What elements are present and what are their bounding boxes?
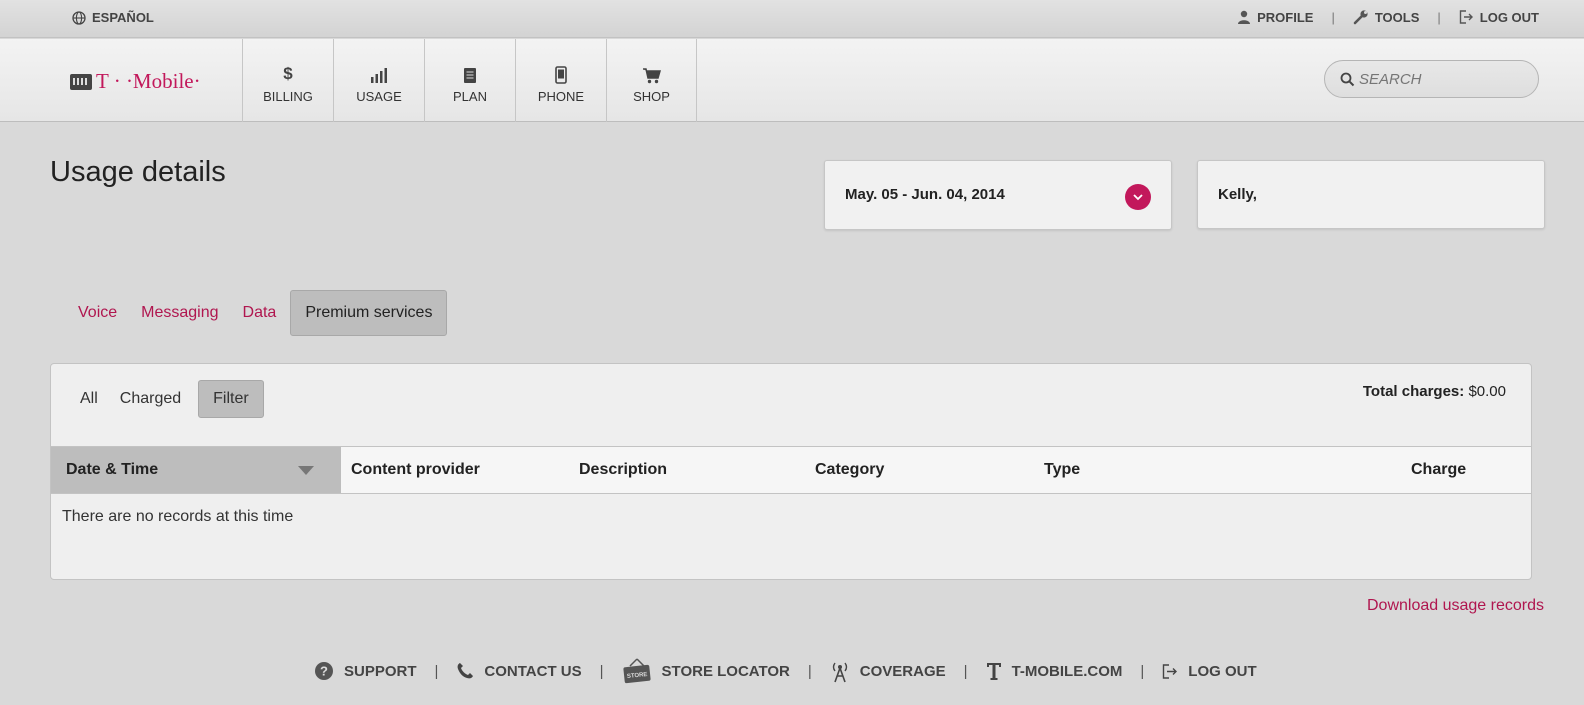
separator: | xyxy=(599,662,604,680)
download-usage-records-link[interactable]: Download usage records xyxy=(1367,597,1544,615)
logout-link[interactable]: LOG OUT xyxy=(1459,10,1539,25)
separator: | xyxy=(1331,9,1335,25)
profile-label: PROFILE xyxy=(1257,9,1314,25)
column-charge[interactable]: Charge xyxy=(1411,447,1466,493)
empty-table-message: There are no records at this time xyxy=(62,508,294,525)
user-icon xyxy=(1238,10,1251,24)
footer-coverage-label: COVERAGE xyxy=(859,662,946,680)
tab-premium-services[interactable]: Premium services xyxy=(290,290,448,336)
separator: | xyxy=(1437,9,1441,25)
logout-icon xyxy=(1459,10,1473,24)
tab-messaging[interactable]: Messaging xyxy=(129,290,230,336)
nav-usage-label: USAGE xyxy=(356,88,402,104)
t-logo-icon xyxy=(986,663,1001,680)
search-box: GO xyxy=(1324,60,1539,98)
table-header: Date & Time Content provider Description… xyxy=(51,446,1531,494)
svg-text:?: ? xyxy=(320,664,328,679)
main-nav: $ BILLING USAGE PLAN PHONE SHOP xyxy=(242,39,697,122)
tmobile-logo[interactable]: T · ·Mobile· xyxy=(70,69,201,94)
globe-icon xyxy=(72,10,86,25)
footer-support-label: SUPPORT xyxy=(344,662,417,680)
wrench-icon xyxy=(1353,10,1368,25)
tools-label: TOOLS xyxy=(1374,9,1420,25)
language-label: ESPAÑOL xyxy=(92,10,154,25)
total-charges: Total charges: $0.00 xyxy=(1363,383,1506,400)
column-date-time-label: Date & Time xyxy=(66,461,159,478)
search-input[interactable] xyxy=(1325,61,1538,97)
nav-billing[interactable]: $ BILLING xyxy=(242,39,333,122)
page-title: Usage details xyxy=(50,156,226,188)
document-icon xyxy=(463,64,477,84)
nav-shop-label: SHOP xyxy=(633,88,670,104)
footer-support[interactable]: ? SUPPORT xyxy=(314,661,417,681)
footer-store-label: STORE LOCATOR xyxy=(661,662,790,680)
sort-down-icon xyxy=(298,466,314,475)
footer-tmobile-label: T-MOBILE.COM xyxy=(1011,662,1123,680)
filter-tabs: All Charged Filter xyxy=(69,380,264,418)
chevron-down-icon[interactable] xyxy=(1125,184,1151,210)
usage-type-tabs: Voice Messaging Data Premium services xyxy=(66,290,448,336)
user-selector[interactable]: Kelly, xyxy=(1197,160,1545,229)
nav-phone-label: PHONE xyxy=(537,88,585,104)
footer-contact-label: CONTACT US xyxy=(484,662,582,680)
logout-label: LOG OUT xyxy=(1479,9,1539,25)
logout-icon xyxy=(1163,663,1178,679)
main-header: T · ·Mobile· $ BILLING USAGE PLAN PHONE xyxy=(0,39,1584,122)
cart-icon xyxy=(642,64,662,84)
column-type[interactable]: Type xyxy=(1044,447,1080,493)
nav-shop[interactable]: SHOP xyxy=(606,39,697,122)
nav-usage[interactable]: USAGE xyxy=(333,39,424,122)
nav-plan-label: PLAN xyxy=(453,88,487,104)
footer-tmobile-com[interactable]: T-MOBILE.COM xyxy=(986,661,1123,681)
store-sign-icon: STORE xyxy=(622,658,651,684)
filter-charged[interactable]: Charged xyxy=(109,380,192,418)
dollar-icon: $ xyxy=(283,63,293,83)
filter-button[interactable]: Filter xyxy=(198,380,264,418)
nav-plan[interactable]: PLAN xyxy=(424,39,515,122)
profile-link[interactable]: PROFILE xyxy=(1237,10,1313,25)
usage-panel: All Charged Filter Total charges: $0.00 … xyxy=(50,363,1532,580)
separator: | xyxy=(807,662,812,680)
tab-voice[interactable]: Voice xyxy=(66,290,129,336)
footer-logout-label: LOG OUT xyxy=(1188,662,1257,680)
footer-contact-us[interactable]: CONTACT US xyxy=(456,662,582,680)
column-date-time[interactable]: Date & Time xyxy=(51,447,341,493)
separator: | xyxy=(963,662,968,680)
store-icon xyxy=(70,73,92,90)
separator: | xyxy=(434,662,439,680)
date-range-selector[interactable]: May. 05 - Jun. 04, 2014 xyxy=(824,160,1172,230)
bar-chart-icon xyxy=(369,64,389,84)
column-content-provider[interactable]: Content provider xyxy=(351,447,480,493)
phone-handset-icon xyxy=(458,663,474,679)
antenna-icon xyxy=(832,662,847,683)
search-icon xyxy=(1340,72,1355,87)
language-link[interactable]: ESPAÑOL xyxy=(72,10,154,25)
brand-name: T · ·Mobile· xyxy=(96,69,201,93)
tools-link[interactable]: TOOLS xyxy=(1353,9,1420,25)
total-charges-label: Total charges: xyxy=(1362,383,1465,400)
footer-store-locator[interactable]: STORE STORE LOCATOR xyxy=(622,658,790,684)
utility-bar: ESPAÑOL PROFILE | TOOLS | LOG OUT xyxy=(0,0,1584,38)
filter-all[interactable]: All xyxy=(69,380,109,418)
total-charges-value: $0.00 xyxy=(1468,383,1506,400)
phone-icon xyxy=(555,64,567,84)
help-icon: ? xyxy=(315,662,333,680)
user-name: Kelly, xyxy=(1218,186,1257,203)
tab-data[interactable]: Data xyxy=(231,290,289,336)
footer-logout[interactable]: LOG OUT xyxy=(1162,662,1257,680)
footer-links: ? SUPPORT | CONTACT US | STORE STORE LOC… xyxy=(314,658,1257,684)
footer-coverage[interactable]: COVERAGE xyxy=(830,659,946,683)
date-range-value: May. 05 - Jun. 04, 2014 xyxy=(845,186,1005,203)
nav-phone[interactable]: PHONE xyxy=(515,39,606,122)
separator: | xyxy=(1140,662,1145,680)
column-category[interactable]: Category xyxy=(815,447,884,493)
column-description[interactable]: Description xyxy=(579,447,667,493)
nav-billing-label: BILLING xyxy=(263,88,313,104)
